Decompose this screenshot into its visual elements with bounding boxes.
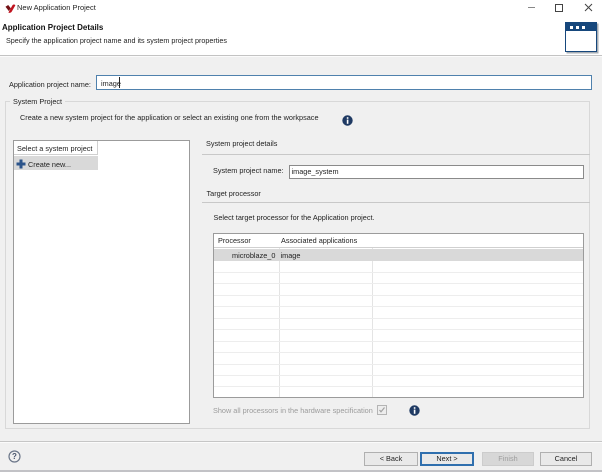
svg-text:?: ? — [12, 452, 17, 461]
